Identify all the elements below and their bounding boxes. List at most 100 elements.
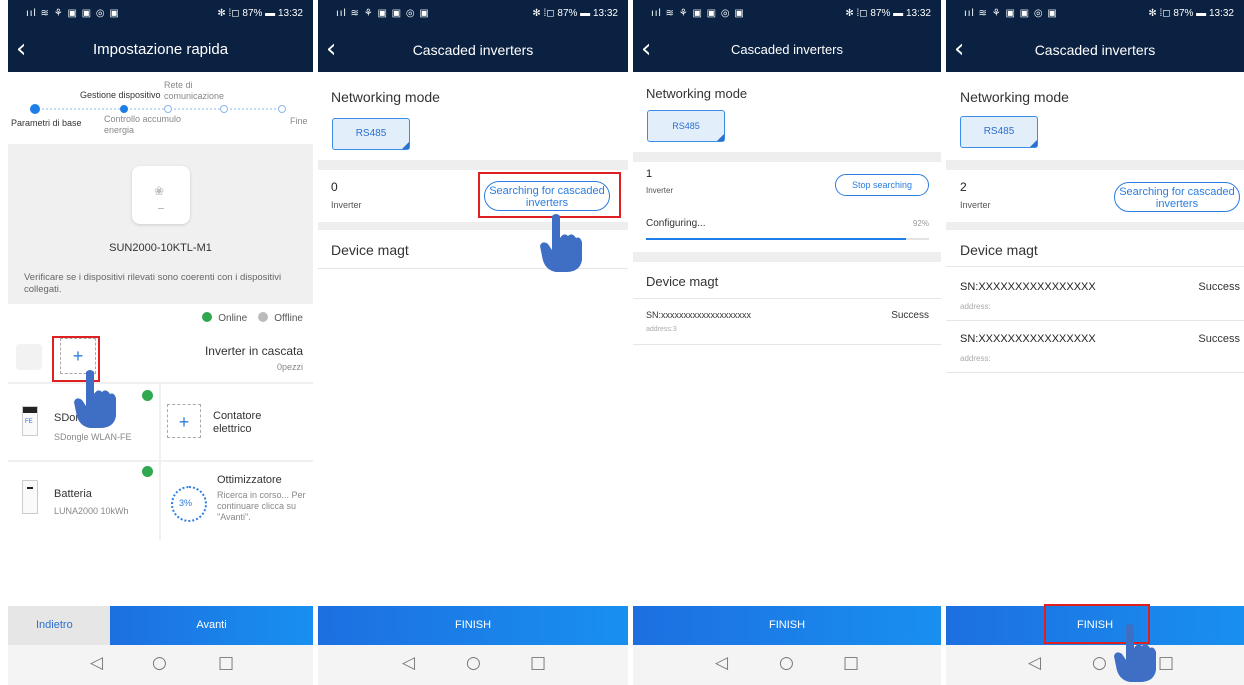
finish-button[interactable]: FINISH [633, 606, 941, 645]
status-bar: ııl ≋ ⚘ ▣ ▣ ◎ ▣ ✻ ⁞◻ 87% ▬ 13:32 [633, 0, 941, 28]
meter-card[interactable]: + Contatore elettrico [161, 384, 313, 460]
pointer-hand-icon [74, 370, 116, 428]
screen-quick-setup: ııl ≋ ⚘ ▣ ▣ ◎ ▣ ✻ ⁞◻ 87% ▬ 13:32 ‹ Impos… [8, 0, 313, 685]
online-status-icon [142, 466, 153, 477]
networking-mode-label: Networking mode [646, 86, 748, 101]
inverter-label: Inverter [960, 200, 991, 210]
nav-back-icon[interactable]: ◁ [90, 653, 103, 673]
nav-home-icon[interactable]: ○ [1092, 653, 1107, 673]
nav-recent-icon[interactable]: □ [843, 653, 859, 673]
device-address: address: [960, 354, 991, 363]
status-bar: ııl ≋ ⚘ ▣ ▣ ◎ ▣ ✻ ⁞◻ 87% ▬ 13:32 [8, 0, 313, 28]
legend-offline: Offline [274, 313, 303, 324]
battery-title: Batteria [54, 488, 92, 500]
device-status: Success [1198, 281, 1240, 293]
device-magt-label: Device magt [646, 274, 719, 289]
step-dot-1 [30, 104, 40, 114]
device-sn: SN:xxxxxxxxxxxxxxxxxxxx [646, 310, 752, 320]
next-button[interactable]: Avanti [110, 606, 313, 645]
inverter-label: Inverter [646, 186, 674, 195]
offline-dot-icon [258, 312, 269, 322]
screen-cascaded-configuring: ııl ≋ ⚘ ▣ ▣ ◎ ▣ ✻ ⁞◻ 87% ▬ 13:32 ‹ Casca… [633, 0, 941, 685]
page-title: Cascaded inverters [731, 42, 843, 57]
inverter-count: 1 [646, 168, 653, 180]
optimizer-desc: Ricerca in corso... Per continuare clicc… [217, 490, 306, 522]
progress-track [646, 238, 929, 240]
battery-card[interactable]: Batteria LUNA2000 10kWh [8, 462, 159, 540]
device-status: Success [891, 310, 929, 321]
device-address: address:3 [646, 326, 677, 333]
pointer-hand-icon [540, 214, 582, 272]
app-bar: ‹ Cascaded inverters [318, 28, 628, 72]
nav-home-icon[interactable]: ○ [779, 653, 794, 673]
step-label-device-mgmt: Gestione dispositivo [80, 90, 161, 100]
sdongle-subtitle: SDongle WLAN-FE [54, 432, 132, 442]
search-cascaded-button[interactable]: Searching for cascaded inverters [1114, 182, 1240, 212]
nav-recent-icon[interactable]: □ [1158, 653, 1174, 673]
nav-home-icon[interactable]: ○ [466, 653, 481, 673]
inverter-label: Inverter [331, 200, 362, 210]
pointer-hand-icon [1114, 624, 1156, 682]
spinner-icon: 3% [171, 486, 207, 522]
progress-percent: 92% [912, 219, 929, 228]
huawei-logo-icon: ❀ [154, 184, 165, 198]
networking-mode-select[interactable]: RS485 [332, 118, 410, 150]
inverter-image: ❀ [132, 166, 190, 224]
step-dot-5 [278, 105, 286, 113]
inverter-thumb-icon [16, 344, 42, 370]
finish-button[interactable]: FINISH [318, 606, 628, 645]
device-address: address: [960, 302, 991, 311]
battery-icon [22, 480, 38, 514]
stop-searching-button[interactable]: Stop searching [835, 174, 929, 196]
nav-recent-icon[interactable]: □ [530, 653, 546, 673]
status-icons-right: ✻ ⁞◻ 87% ▬ 13:32 [845, 8, 931, 19]
cascade-count: 0pezzi [276, 362, 303, 372]
legend-online: Online [218, 313, 248, 324]
progress-fill [646, 238, 907, 240]
inverter-count: 2 [960, 180, 967, 194]
device-sn: SN:XXXXXXXXXXXXXXXX [960, 333, 1096, 345]
android-nav-bar: ◁ ○ □ [8, 645, 313, 685]
device-magt-label: Device magt [960, 242, 1038, 258]
optimizer-card[interactable]: Ottimizzatore 3% Ricerca in corso... Per… [161, 462, 313, 540]
device-model: SUN2000-10KTL-M1 [109, 242, 212, 254]
step-label-end: Fine [290, 116, 308, 126]
nav-back-icon[interactable]: ◁ [1028, 653, 1041, 673]
inverter-count: 0 [331, 180, 338, 194]
screen-cascaded-searching: ııl ≋ ⚘ ▣ ▣ ◎ ▣ ✻ ⁞◻ 87% ▬ 13:32 ‹ Casca… [318, 0, 628, 685]
step-dot-3 [164, 105, 172, 113]
nav-recent-icon[interactable]: □ [218, 653, 234, 673]
online-dot-icon [202, 312, 213, 322]
page-title: Impostazione rapida [92, 41, 229, 58]
add-meter-button[interactable]: + [167, 404, 201, 438]
step-label-storage: Controllo accumulo energia [104, 114, 182, 135]
optimizer-percent: 3% [179, 498, 193, 508]
networking-mode-select[interactable]: RS485 [960, 116, 1038, 148]
device-description: Verificare se i dispositivi rilevati son… [24, 272, 282, 295]
nav-back-icon[interactable]: ◁ [715, 653, 728, 673]
battery-subtitle: LUNA2000 10kWh [54, 506, 129, 516]
networking-mode-label: Networking mode [331, 89, 440, 105]
app-bar: ‹ Impostazione rapida [8, 28, 313, 72]
status-icons-left: ııl ≋ ⚘ ▣ ▣ ◎ ▣ [651, 8, 745, 19]
back-button[interactable]: Indietro [8, 606, 110, 645]
android-nav-bar: ◁ ○ □ [318, 645, 628, 685]
app-bar: ‹ Cascaded inverters [633, 28, 941, 72]
networking-mode-label: Networking mode [960, 89, 1069, 105]
app-bar: ‹ Cascaded inverters [946, 28, 1244, 72]
page-title: Cascaded inverters [1034, 42, 1156, 58]
screen-cascaded-finished: ııl ≋ ⚘ ▣ ▣ ◎ ▣ ✻ ⁞◻ 87% ▬ 13:32 ‹ Casca… [946, 0, 1244, 685]
status-icons-right: ✻ ⁞◻ 87% ▬ 13:32 [532, 8, 618, 19]
nav-back-icon[interactable]: ◁ [402, 653, 415, 673]
status-icons-right: ✻ ⁞◻ 87% ▬ 13:32 [217, 8, 303, 19]
device-panel: ❀ SUN2000-10KTL-M1 Verificare se i dispo… [8, 144, 313, 304]
optimizer-title: Ottimizzatore [217, 474, 282, 486]
status-icons-left: ııl ≋ ⚘ ▣ ▣ ◎ ▣ [336, 8, 430, 19]
nav-home-icon[interactable]: ○ [152, 653, 167, 673]
android-nav-bar: ◁ ○ □ [633, 645, 941, 685]
android-nav-bar: ◁ ○ □ [946, 645, 1244, 685]
status-icons-right: ✻ ⁞◻ 87% ▬ 13:32 [1148, 8, 1234, 19]
bottom-buttons: Indietro Avanti [8, 606, 313, 645]
networking-mode-select[interactable]: RS485 [647, 110, 725, 142]
online-status-icon [142, 390, 153, 401]
